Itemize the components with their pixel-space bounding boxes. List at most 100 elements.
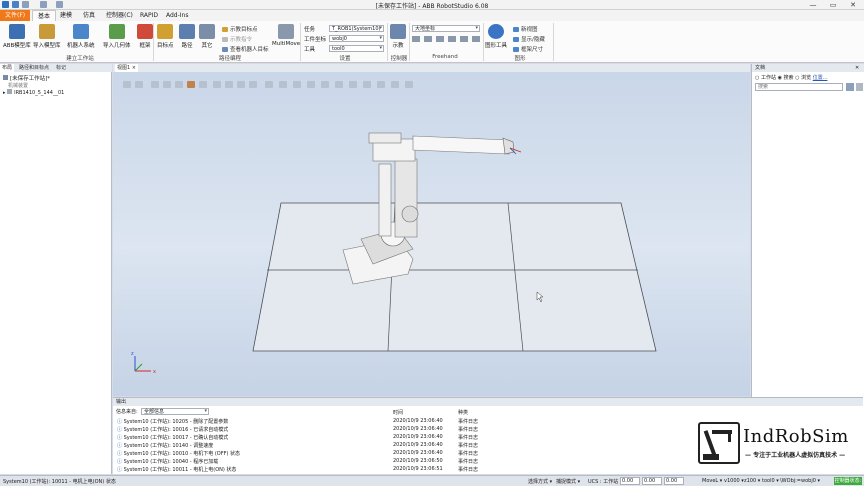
tab-tags[interactable]: 标记 (54, 64, 68, 72)
options-icon[interactable] (856, 83, 863, 91)
view-toolbar-icon[interactable] (237, 81, 245, 88)
move-icon[interactable] (412, 36, 420, 42)
view-toolbar-icon[interactable] (279, 81, 287, 88)
frame-button[interactable]: 框架 (137, 24, 153, 49)
tab-simulation[interactable]: 仿真 (78, 10, 100, 21)
tab-view1[interactable]: 视图1 × (115, 64, 138, 72)
show-hide-button[interactable]: 显示/隐藏 (513, 35, 545, 43)
jog-linear-icon[interactable] (448, 36, 456, 42)
speed-dropdown[interactable]: v1000 ▾ (724, 478, 744, 484)
row-time: 2020/10/9 23:06:51 (393, 466, 443, 472)
view-toolbar-icon[interactable] (391, 81, 399, 88)
tree-station[interactable]: [未保存工作站]* (3, 74, 50, 82)
tool-dropdown[interactable]: tool0 ▾ (762, 478, 779, 484)
view-toolbar-icon[interactable] (321, 81, 329, 88)
abb-library-button[interactable]: ABB模型库 (3, 24, 31, 49)
coord-y-field[interactable]: 0.00 (642, 477, 662, 485)
restore-button[interactable]: ▭ (826, 0, 840, 10)
radio-station[interactable]: ○ 工作站 (755, 75, 776, 81)
import-library-button[interactable]: 导入模型库 (33, 24, 61, 49)
tab-file[interactable]: 文件(F) (0, 10, 31, 21)
freehand-frame-select[interactable]: 大地坐标 (412, 25, 480, 32)
tab-paths-targets[interactable]: 路径和目标点 (17, 64, 51, 72)
view-toolbar-icon[interactable] (249, 81, 257, 88)
ribbon: ABB模型库 导入模型库 机器人系统 导入几何体 框架 建立工作站 目标点 路径… (0, 21, 864, 63)
task-select[interactable]: T_ROB1(System10) (329, 25, 384, 32)
multi-robot-jog-icon[interactable] (472, 36, 480, 42)
teach-instruction-button[interactable]: 示教指令 (222, 35, 252, 43)
new-view-button[interactable]: 新视图 (513, 25, 538, 33)
view-toolbar-icon[interactable] (123, 81, 131, 88)
view-toolbar-icon[interactable] (213, 81, 221, 88)
close-button[interactable]: ✕ (846, 0, 860, 10)
teach-target-button[interactable]: 示教目标点 (222, 25, 258, 33)
snap-mode-dropdown[interactable]: 捕捉模式 ▾ (556, 478, 580, 485)
scene-svg: z x (131, 132, 657, 375)
tab-controller[interactable]: 控制器(C) (101, 10, 138, 21)
view-toolbar-icon[interactable] (307, 81, 315, 88)
multimove-button[interactable]: MultiMove (272, 24, 300, 47)
view-toolbar-icon[interactable] (175, 81, 183, 88)
view-toolbar-icon[interactable] (199, 81, 207, 88)
wobj-dropdown[interactable]: \WObj:=wobj0 ▾ (780, 478, 820, 484)
tool-select[interactable]: tool0 (329, 45, 384, 52)
table-row[interactable]: ⓘ System10 (工作站): 10011 - 电机上电(ON) 状态 (117, 466, 236, 473)
view-toolbar-icon[interactable] (163, 81, 171, 88)
zone-dropdown[interactable]: z100 ▾ (744, 478, 760, 484)
wobj-select[interactable]: wobj0 (329, 35, 384, 42)
eye-icon (488, 24, 504, 39)
3d-viewport[interactable]: z x (113, 64, 750, 396)
coord-z-field[interactable]: 0.00 (664, 477, 684, 485)
move-instruction-dropdown[interactable]: MoveL ▾ (702, 478, 722, 484)
output-filter-select[interactable]: 全部信息 (141, 408, 209, 415)
coord-x-field[interactable]: 0.00 (620, 477, 640, 485)
table-row[interactable]: ⓘ System10 (工作站): 10040 - 程序已加载 (117, 458, 218, 465)
minimize-button[interactable]: — (806, 0, 820, 10)
table-row[interactable]: ⓘ System10 (工作站): 10140 - 调整速度 (117, 442, 213, 449)
view-toolbar-icon[interactable] (225, 81, 233, 88)
tab-layout[interactable]: 布局 (0, 64, 15, 72)
search-input[interactable] (755, 83, 843, 91)
jog-reorient-icon[interactable] (460, 36, 468, 42)
view-toolbar-icon[interactable] (377, 81, 385, 88)
select-mode-dropdown[interactable]: 选择方式 ▾ (528, 478, 552, 485)
view-robot-target-button[interactable]: 查看机器人目标 (222, 45, 269, 53)
robot-system-button[interactable]: 机器人系统 (67, 24, 95, 49)
tab-home[interactable]: 基本 (32, 10, 57, 21)
search-icon[interactable] (846, 83, 854, 91)
table-row[interactable]: ⓘ System10 (工作站): 10017 - 已确认自动模式 (117, 434, 228, 441)
view-toolbar-icon[interactable] (187, 81, 195, 88)
radio-browse[interactable]: ○ 浏览 (795, 75, 811, 81)
view-toolbar-icon[interactable] (405, 81, 413, 88)
view-toolbar-icon[interactable] (151, 81, 159, 88)
viewport-tabbar: 视图1 × (113, 64, 750, 72)
path-button[interactable]: 路径 (179, 24, 195, 49)
close-icon[interactable]: ✕ (855, 64, 859, 72)
other-button[interactable]: 其它 (199, 24, 215, 49)
table-row[interactable]: ⓘ System10 (工作站): 10016 - 已请求自动模式 (117, 426, 228, 433)
import-geometry-button[interactable]: 导入几何体 (103, 24, 131, 49)
robot-system-icon (72, 24, 89, 39)
view-toolbar-icon[interactable] (135, 81, 143, 88)
tab-modeling[interactable]: 建模 (55, 10, 77, 21)
view-toolbar-icon[interactable] (335, 81, 343, 88)
tab-addins[interactable]: Add-Ins (161, 10, 193, 21)
table-row[interactable]: ⓘ System10 (工作站): 10205 - 删除了配置参数 (117, 418, 228, 425)
radio-search[interactable]: ◉ 搜索 (778, 75, 794, 81)
teach-instruction-icon (222, 37, 228, 42)
view-toolbar-icon[interactable] (363, 81, 371, 88)
graphics-tools-button[interactable]: 图形工具 (485, 24, 507, 49)
teach-button[interactable]: 示教 (390, 24, 406, 49)
location-link[interactable]: 位置... (813, 75, 828, 81)
rotate-icon[interactable] (424, 36, 432, 42)
table-row[interactable]: ⓘ System10 (工作站): 10010 - 电机下电 (OFF) 状态 (117, 450, 240, 457)
view-toolbar-icon[interactable] (349, 81, 357, 88)
tree-robot[interactable]: ▸ IRB1410_5_144__01 (3, 89, 64, 96)
group-separator (409, 23, 410, 61)
tab-rapid[interactable]: RAPID (135, 10, 163, 21)
target-button[interactable]: 目标点 (157, 24, 174, 49)
jog-joint-icon[interactable] (436, 36, 444, 42)
frame-size-button[interactable]: 框架尺寸 (513, 45, 543, 53)
view-toolbar-icon[interactable] (293, 81, 301, 88)
view-toolbar-icon[interactable] (265, 81, 273, 88)
